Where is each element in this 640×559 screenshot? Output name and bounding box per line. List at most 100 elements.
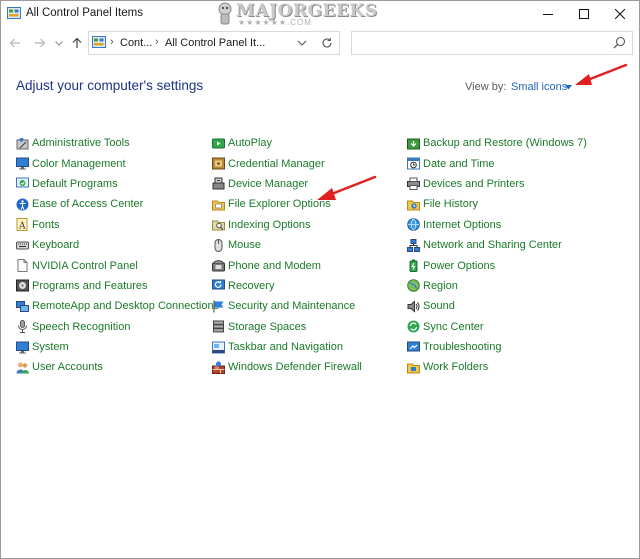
view-by-dropdown[interactable]: Small icons [511,81,567,93]
control-panel-item[interactable]: Phone and Modem [212,255,362,275]
control-panel-item[interactable]: Backup and Restore (Windows 7) [407,133,587,153]
control-panel-item[interactable]: User Accounts [16,357,219,377]
control-panel-item[interactable]: File Explorer Options [212,194,362,214]
control-panel-item-label[interactable]: Work Folders [423,361,488,373]
control-panel-item-label[interactable]: Speech Recognition [32,321,130,333]
control-panel-item-label[interactable]: Credential Manager [228,158,325,170]
mouse-icon [214,238,223,252]
control-panel-item[interactable]: Mouse [212,235,362,255]
control-panel-item-label[interactable]: Network and Sharing Center [423,239,562,251]
control-panel-item[interactable]: Default Programs [16,174,219,194]
navigation-bar: › Cont... › All Control Panel It... [1,29,639,57]
control-panel-item[interactable]: Recovery [212,276,362,296]
control-panel-item-label[interactable]: Power Options [423,260,495,272]
control-panel-item[interactable]: Devices and Printers [407,174,587,194]
control-panel-item-label[interactable]: File History [423,198,478,210]
control-panel-item-label[interactable]: Mouse [228,239,261,251]
control-panel-item[interactable]: Power Options [407,255,587,275]
search-box[interactable] [351,31,633,55]
control-panel-item[interactable]: Work Folders [407,357,587,377]
search-icon[interactable] [613,36,626,49]
network-icon [407,238,420,252]
control-panel-item[interactable]: Network and Sharing Center [407,235,587,255]
control-panel-item-label[interactable]: Ease of Access Center [32,198,143,210]
control-panel-item-label[interactable]: Date and Time [423,158,495,170]
control-panel-item-label[interactable]: Color Management [32,158,126,170]
breadcrumb-control-panel[interactable]: Cont... [120,37,152,49]
control-panel-item[interactable]: Indexing Options [212,215,362,235]
control-panel-item[interactable]: Internet Options [407,215,587,235]
recent-locations-button[interactable] [54,38,64,48]
control-panel-item-label[interactable]: Taskbar and Navigation [228,341,343,353]
control-panel-item[interactable]: System [16,337,219,357]
control-panel-item[interactable]: Security and Maintenance [212,296,362,316]
watermark-mascot-icon [218,2,232,25]
control-panel-item-label[interactable]: Troubleshooting [423,341,501,353]
control-panel-item-label[interactable]: Storage Spaces [228,321,306,333]
control-panel-item[interactable]: Administrative Tools [16,133,219,153]
control-panel-item-label[interactable]: System [32,341,69,353]
breadcrumb-separator: › [110,36,114,48]
control-panel-item-label[interactable]: Sound [423,300,455,312]
indexing-icon [212,220,225,231]
search-input[interactable] [352,32,614,52]
control-panel-item[interactable]: Taskbar and Navigation [212,337,362,357]
control-panel-item-label[interactable]: Sync Center [423,321,484,333]
back-button[interactable] [7,35,23,51]
control-panel-item-label[interactable]: Region [423,280,458,292]
control-panel-item[interactable]: Windows Defender Firewall [212,357,362,377]
control-panel-item-label[interactable]: Programs and Features [32,280,148,292]
control-panel-item[interactable]: Credential Manager [212,153,362,173]
control-panel-item[interactable]: AutoPlay [212,133,362,153]
caret-down-icon[interactable] [565,85,572,90]
control-panel-item[interactable]: File History [407,194,587,214]
control-panel-item[interactable]: Sound [407,296,587,316]
control-panel-item-label[interactable]: Administrative Tools [32,137,130,149]
close-button[interactable] [597,1,640,27]
control-panel-item-label[interactable]: File Explorer Options [228,198,331,210]
control-panel-item[interactable]: Region [407,276,587,296]
control-panel-item-label[interactable]: User Accounts [32,361,103,373]
control-panel-item-label[interactable]: Security and Maintenance [228,300,355,312]
control-panel-item-label[interactable]: Device Manager [228,178,308,190]
control-panel-item-label[interactable]: Indexing Options [228,219,311,231]
address-bar[interactable]: › Cont... › All Control Panel It... [88,31,317,55]
control-panel-item-label[interactable]: Phone and Modem [228,260,321,272]
control-panel-item-label[interactable]: AutoPlay [228,137,272,149]
fonts-icon: A [16,218,28,232]
control-panel-item-label[interactable]: Internet Options [423,219,501,231]
control-panel-item[interactable]: Programs and Features [16,276,219,296]
forward-button[interactable] [32,35,48,51]
up-button[interactable] [69,35,85,51]
control-panel-item[interactable]: RemoteApp and Desktop Connections [16,296,219,316]
control-panel-item-label[interactable]: NVIDIA Control Panel [32,260,138,272]
backup-icon [407,138,420,150]
control-panel-item-label[interactable]: Windows Defender Firewall [228,361,362,373]
control-panel-item-label[interactable]: Default Programs [32,178,118,190]
control-panel-item[interactable]: Keyboard [16,235,219,255]
chevron-down-icon[interactable] [296,38,308,48]
control-panel-item-label[interactable]: Devices and Printers [423,178,525,190]
users-icon [16,362,29,374]
work-folders-icon [407,363,420,374]
control-panel-item[interactable]: A Fonts [16,215,219,235]
control-panel-item-label[interactable]: Backup and Restore (Windows 7) [423,137,587,149]
breadcrumb-separator[interactable]: › [155,36,159,48]
refresh-button[interactable] [315,31,340,55]
control-panel-item[interactable]: NVIDIA Control Panel [16,255,219,275]
breadcrumb-all-items[interactable]: All Control Panel It... [165,37,265,49]
keyboard-icon [16,241,29,250]
control-panel-item[interactable]: Storage Spaces [212,317,362,337]
control-panel-item[interactable]: Speech Recognition [16,317,219,337]
control-panel-item-label[interactable]: Recovery [228,280,274,292]
control-panel-item[interactable]: Color Management [16,153,219,173]
control-panel-item[interactable]: Date and Time [407,153,587,173]
control-panel-item[interactable]: Device Manager [212,174,362,194]
control-panel-item[interactable]: Ease of Access Center [16,194,219,214]
taskbar-icon [212,341,225,354]
control-panel-item-label[interactable]: Keyboard [32,239,79,251]
control-panel-item[interactable]: Troubleshooting [407,337,587,357]
control-panel-item-label[interactable]: RemoteApp and Desktop Connections [32,300,219,312]
control-panel-item[interactable]: Sync Center [407,317,587,337]
control-panel-item-label[interactable]: Fonts [32,219,60,231]
